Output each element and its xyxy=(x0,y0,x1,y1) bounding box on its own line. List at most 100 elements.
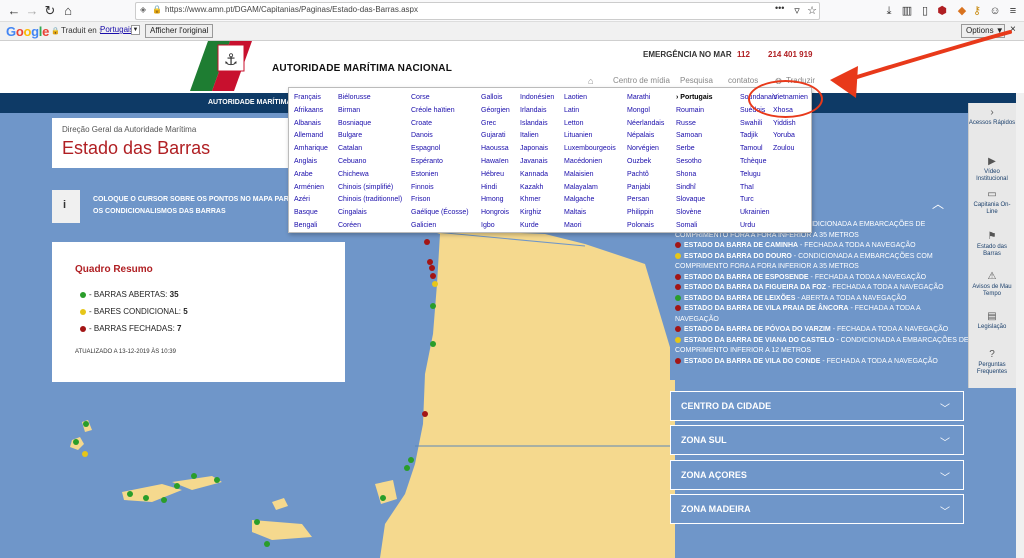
back-icon[interactable]: ← xyxy=(6,3,22,19)
language-option[interactable]: Croate xyxy=(411,120,432,128)
language-option[interactable]: Maltais xyxy=(564,209,586,217)
language-option[interactable]: Japonais xyxy=(520,145,548,153)
home-icon[interactable]: ⌂ xyxy=(588,76,593,86)
language-option[interactable]: Hindi xyxy=(481,184,497,192)
reload-icon[interactable]: ↻ xyxy=(42,3,58,19)
zone-label[interactable]: ZONA AÇORES xyxy=(681,470,747,480)
map-marker[interactable] xyxy=(143,495,149,501)
language-option[interactable]: Arabe xyxy=(294,171,313,179)
language-option[interactable]: Mongol xyxy=(627,107,650,115)
language-option[interactable]: Igbo xyxy=(481,222,495,230)
language-option[interactable]: Norvégien xyxy=(627,145,659,153)
map-marker[interactable] xyxy=(424,239,430,245)
map-marker[interactable] xyxy=(191,473,197,479)
language-option[interactable]: Hawaïen xyxy=(481,158,509,166)
shield-icon[interactable]: ◈ xyxy=(140,5,146,14)
language-option[interactable]: Ouzbek xyxy=(627,158,651,166)
language-option[interactable]: Bengali xyxy=(294,222,317,230)
language-option[interactable]: Swahili xyxy=(740,120,762,128)
language-option[interactable]: Biélorusse xyxy=(338,94,371,102)
language-option[interactable]: Afrikaans xyxy=(294,107,323,115)
site-title[interactable]: AUTORIDADE MARÍTIMA NACIONAL xyxy=(272,63,452,74)
chevron-down-icon[interactable]: ﹀ xyxy=(940,434,950,449)
language-option[interactable]: Cingalais xyxy=(338,209,367,217)
zone-label[interactable]: ZONA SUL xyxy=(681,435,727,445)
map-marker[interactable] xyxy=(83,421,89,427)
language-option[interactable]: Géorgien xyxy=(481,107,510,115)
map-marker[interactable] xyxy=(429,265,435,271)
language-option[interactable]: Catalan xyxy=(338,145,362,153)
language-option[interactable]: Letton xyxy=(564,120,583,128)
language-option[interactable]: Indonésien xyxy=(520,94,554,102)
map-marker[interactable] xyxy=(73,439,79,445)
language-option[interactable]: Basque xyxy=(294,209,318,217)
language-option[interactable]: Ukrainien xyxy=(740,209,770,217)
sidebar-item[interactable]: ▤ Legislação xyxy=(968,312,1016,331)
language-option[interactable]: Slovaque xyxy=(676,196,705,204)
language-option[interactable]: Créole haïtien xyxy=(411,107,455,115)
language-option[interactable]: Allemand xyxy=(294,132,323,140)
language-option[interactable]: Kazakh xyxy=(520,184,543,192)
language-option[interactable]: Haoussa xyxy=(481,145,509,153)
language-option[interactable]: Espagnol xyxy=(411,145,440,153)
language-option[interactable]: Thaï xyxy=(740,184,754,192)
language-option[interactable]: Azéri xyxy=(294,196,310,204)
sidebar-item[interactable]: ⚑ Estado das Barras xyxy=(968,232,1016,258)
language-option[interactable]: Coréen xyxy=(338,222,361,230)
language-option[interactable]: Kirghiz xyxy=(520,209,541,217)
language-option[interactable]: Birman xyxy=(338,107,360,115)
language-option[interactable]: Laotien xyxy=(564,94,587,102)
language-option[interactable]: Tchèque xyxy=(740,158,766,166)
language-option[interactable]: Zoulou xyxy=(773,145,794,153)
language-option[interactable]: Hongrois xyxy=(481,209,509,217)
language-option[interactable]: Khmer xyxy=(520,196,541,204)
language-option[interactable]: Somali xyxy=(676,222,697,230)
language-option[interactable]: Yoruba xyxy=(773,132,795,140)
islands-map[interactable] xyxy=(52,402,346,558)
language-option[interactable]: Hmong xyxy=(481,196,504,204)
language-option[interactable]: Marathi xyxy=(627,94,650,102)
language-option[interactable]: Slovène xyxy=(676,209,701,217)
language-option[interactable]: Bosniaque xyxy=(338,120,371,128)
chevron-down-icon[interactable]: ﹀ xyxy=(940,503,950,518)
language-option[interactable]: Gaélique (Écosse) xyxy=(411,209,469,217)
language-option[interactable]: Hébreu xyxy=(481,171,504,179)
forward-icon[interactable]: → xyxy=(24,3,40,19)
show-original-button[interactable]: Afficher l'original xyxy=(145,24,214,38)
language-option[interactable]: Philippin xyxy=(627,209,653,217)
map-marker[interactable] xyxy=(432,281,438,287)
language-option[interactable]: Amharique xyxy=(294,145,328,153)
scrollbar[interactable] xyxy=(1016,93,1024,558)
language-option[interactable]: Frison xyxy=(411,196,430,204)
sidebar-item[interactable]: › Acessos Rápidos xyxy=(968,108,1016,127)
language-option[interactable]: Corse xyxy=(411,94,430,102)
language-option[interactable]: Anglais xyxy=(294,158,317,166)
map-marker[interactable] xyxy=(430,303,436,309)
language-option[interactable]: Irlandais xyxy=(520,107,546,115)
language-option[interactable]: Macédonien xyxy=(564,158,602,166)
language-option[interactable]: Kannada xyxy=(520,171,548,179)
language-option[interactable]: Français xyxy=(294,94,321,102)
language-option[interactable]: Chinois (simplifié) xyxy=(338,184,393,192)
map-marker[interactable] xyxy=(214,477,220,483)
language-option[interactable]: Chinois (traditionnel) xyxy=(338,196,402,204)
language-option[interactable]: Bulgare xyxy=(338,132,362,140)
language-option[interactable]: Finnois xyxy=(411,184,434,192)
lock-icon[interactable]: 🔒 xyxy=(152,5,162,14)
language-option[interactable]: Polonais xyxy=(627,222,654,230)
language-option[interactable]: Turc xyxy=(740,196,754,204)
url-text[interactable]: https://www.amn.pt/DGAM/Capitanias/Pagin… xyxy=(165,5,418,14)
sidebar-item[interactable]: ? Perguntas Frequentes xyxy=(968,350,1016,376)
emergency-number[interactable]: 112 xyxy=(737,50,750,59)
language-option[interactable]: Shona xyxy=(676,171,696,179)
language-option[interactable]: Estonien xyxy=(411,171,438,179)
language-option[interactable]: Danois xyxy=(411,132,433,140)
map-marker[interactable] xyxy=(127,491,133,497)
language-option[interactable]: Serbe xyxy=(676,145,695,153)
language-option[interactable]: Gallois xyxy=(481,94,502,102)
map-marker[interactable] xyxy=(82,451,88,457)
language-option[interactable]: Cebuano xyxy=(338,158,366,166)
chevron-down-icon[interactable]: ﹀ xyxy=(940,400,950,415)
language-option[interactable]: Pachtô xyxy=(627,171,649,179)
language-option[interactable]: Javanais xyxy=(520,158,548,166)
